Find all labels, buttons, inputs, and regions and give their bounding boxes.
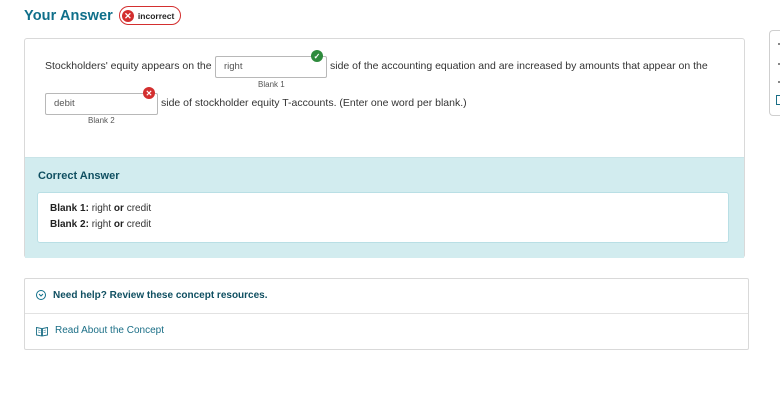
page-title: Your Answer (24, 7, 113, 24)
answer-option: right (91, 219, 112, 230)
blank-2-value: debit (54, 98, 75, 109)
read-concept-link[interactable]: Read About the Concept (25, 314, 748, 348)
correct-answer-title: Correct Answer (38, 170, 120, 182)
answer-separator: or (113, 219, 124, 230)
status-badge-label: incorrect (137, 10, 175, 21)
incorrect-x-icon: ✕ (143, 87, 155, 99)
blank-1-input[interactable]: right (215, 56, 327, 78)
blank-1-label: Blank 1 (258, 80, 285, 89)
answer-label: Blank 1: (50, 203, 89, 214)
correct-check-icon: ✓ (311, 50, 323, 62)
answer-separator: or (113, 203, 124, 214)
correct-answer-line-2: Blank 2: right or credit (50, 219, 151, 230)
answer-option: credit (126, 203, 152, 214)
question-card: Stockholders' equity appears on the righ… (24, 38, 745, 258)
status-badge: ✕ incorrect (118, 6, 182, 25)
correct-answer-line-1: Blank 1: right or credit (50, 203, 151, 214)
question-text-part2: side of the accounting equation and are … (330, 60, 708, 72)
correct-answer-section: Correct Answer Blank 1: right or credit … (25, 157, 744, 258)
help-toggle[interactable]: Need help? Review these concept resource… (25, 279, 748, 314)
answer-option: credit (126, 219, 152, 230)
answer-option: right (91, 203, 112, 214)
book-icon (36, 324, 48, 342)
correct-answer-box: Blank 1: right or credit Blank 2: right … (37, 192, 729, 243)
question-body: Stockholders' equity appears on the righ… (25, 39, 744, 157)
panel-square-icon (776, 95, 780, 105)
read-concept-label: Read About the Concept (55, 325, 164, 336)
answer-label: Blank 2: (50, 219, 89, 230)
help-resources-card: Need help? Review these concept resource… (24, 278, 749, 350)
side-panel-tab[interactable] (769, 30, 780, 116)
your-answer-header: Your Answer ✕ incorrect (24, 6, 182, 25)
blank-2-label: Blank 2 (88, 116, 115, 125)
chevron-down-icon (36, 290, 46, 300)
incorrect-icon: ✕ (121, 9, 134, 22)
question-text-part3: side of stockholder equity T-accounts. (… (161, 97, 467, 109)
question-text-part1: Stockholders' equity appears on the (45, 60, 212, 72)
blank-2-input[interactable]: debit (45, 93, 158, 115)
help-toggle-label: Need help? Review these concept resource… (53, 290, 268, 301)
blank-1-value: right (224, 61, 243, 72)
